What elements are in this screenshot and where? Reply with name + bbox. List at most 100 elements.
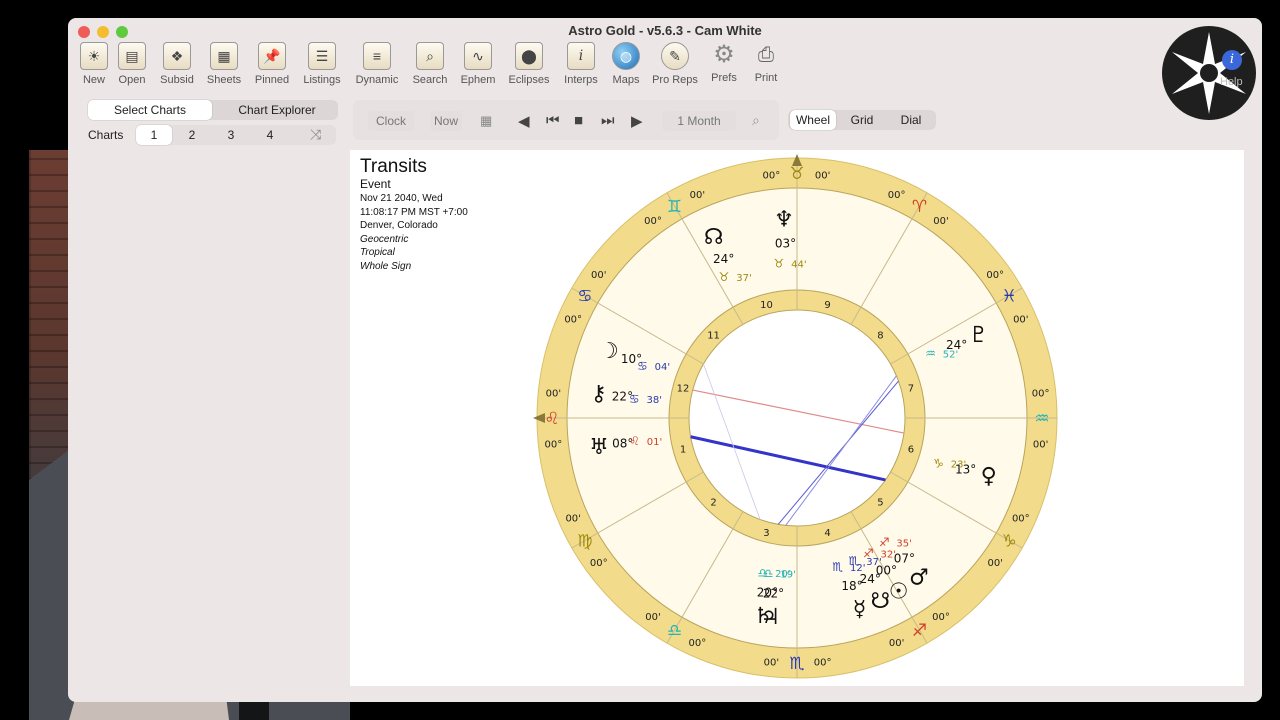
now-button[interactable]: Now bbox=[430, 111, 462, 131]
planet-sign-glyph: ♋ bbox=[629, 392, 640, 406]
toolbar-label: Maps bbox=[612, 74, 640, 86]
chart-slot-selector: 1 2 3 4 bbox=[136, 125, 336, 145]
ephemeris-icon: ∿ bbox=[464, 42, 492, 70]
clock-button[interactable]: Clock bbox=[368, 111, 414, 131]
window-title: Astro Gold - v5.6.3 - Cam White bbox=[568, 23, 762, 38]
cusp-degree: 00° bbox=[688, 638, 706, 649]
cusp-degree: 00° bbox=[590, 558, 608, 569]
toolbar: ☀ New ▤ Open ❖ Subsid ▦ Sheets 📌 Pinned ☰ List… bbox=[68, 42, 1262, 90]
house-number: 9 bbox=[824, 300, 830, 311]
planet-sign-glyph: ♐ bbox=[863, 546, 874, 560]
planet-sign-glyph: ♉ bbox=[773, 256, 784, 270]
toolbar-eclipses-button[interactable]: ⬤ Eclipses bbox=[503, 42, 555, 86]
zodiac-sign-glyph: ♊ bbox=[667, 197, 682, 217]
gear-icon: ⚙ bbox=[713, 41, 735, 68]
wheel-tab[interactable]: Wheel bbox=[790, 110, 836, 130]
planet-degree: 03° bbox=[775, 236, 796, 250]
planet-minute: 01' bbox=[647, 437, 662, 448]
play-backward-icon[interactable]: ◀ bbox=[518, 112, 530, 130]
charts-mode-selector: Select Charts Chart Explorer bbox=[88, 100, 338, 120]
chart-explorer-tab[interactable]: Chart Explorer bbox=[216, 100, 338, 120]
house-number: 5 bbox=[877, 497, 883, 508]
planet-minute: 23' bbox=[951, 460, 966, 471]
stop-icon[interactable]: ■ bbox=[574, 112, 583, 129]
zodiac-sign-glyph: ♉ bbox=[789, 164, 804, 184]
planet-glyph-neptune: ♆ bbox=[774, 207, 794, 232]
dial-tab[interactable]: Dial bbox=[888, 110, 934, 130]
info-icon: i bbox=[567, 42, 595, 70]
planet-minute: 44' bbox=[791, 259, 806, 270]
close-window-button[interactable] bbox=[78, 26, 90, 38]
zodiac-sign-glyph: ♎ bbox=[667, 621, 682, 641]
zoom-search-icon[interactable]: ⌕ bbox=[752, 112, 760, 129]
house-number: 7 bbox=[908, 383, 914, 394]
zodiac-sign-glyph: ♋ bbox=[577, 287, 592, 307]
planet-sign-glyph: ♏ bbox=[849, 554, 860, 568]
toolbar-label: Listings bbox=[303, 74, 341, 86]
zodiac-sign-glyph: ♏ bbox=[789, 654, 804, 674]
zodiac-sign-glyph: ♑ bbox=[1002, 532, 1017, 552]
view-selector: Wheel Grid Dial bbox=[788, 110, 936, 130]
house-number: 6 bbox=[908, 445, 914, 456]
planet-sign-glyph: ♑ bbox=[933, 457, 944, 471]
planet-minute: 19' bbox=[780, 570, 795, 581]
planet-sign-glyph: ♒ bbox=[925, 346, 936, 360]
play-forward-icon[interactable]: ▶ bbox=[631, 112, 643, 130]
time-step-select[interactable]: 1 Month bbox=[662, 111, 736, 131]
zodiac-sign-glyph: ♍ bbox=[577, 532, 592, 552]
chart-slot-2[interactable]: 2 bbox=[174, 125, 210, 145]
minimize-window-button[interactable] bbox=[97, 26, 109, 38]
cusp-minute: 00' bbox=[933, 216, 948, 227]
toolbar-search-button[interactable]: ⌕ Search bbox=[404, 42, 456, 86]
house-number: 10 bbox=[760, 300, 773, 311]
search-icon: ⌕ bbox=[416, 42, 444, 70]
help-label[interactable]: Help bbox=[1220, 76, 1243, 88]
cusp-degree: 00° bbox=[888, 190, 906, 201]
step-forward-icon[interactable]: ⏭ bbox=[601, 112, 615, 129]
planet-glyph-sun: ☉ bbox=[889, 579, 909, 604]
cusp-minute: 00' bbox=[889, 638, 904, 649]
toolbar-print-button[interactable]: ⎙ Print bbox=[740, 42, 792, 84]
step-backward-icon[interactable]: ⏮ bbox=[546, 112, 560, 129]
help-icon[interactable]: i bbox=[1222, 50, 1242, 70]
toolbar-ephem-button[interactable]: ∿ Ephem bbox=[452, 42, 504, 86]
toolbar-label: Subsid bbox=[160, 74, 194, 86]
planet-minute: 38' bbox=[647, 395, 662, 406]
toolbar-pinned-button[interactable]: 📌 Pinned bbox=[246, 42, 298, 86]
cusp-minute: 00' bbox=[815, 170, 830, 181]
cusp-minute: 00' bbox=[565, 514, 580, 525]
chart-panel: Transits Event Nov 21 2040, Wed 11:08:17… bbox=[350, 150, 1244, 686]
quill-icon: ✎ bbox=[661, 42, 689, 70]
planet-glyph-uranus: ♅ bbox=[589, 435, 609, 460]
planet-glyph-mars: ♂ bbox=[909, 565, 929, 590]
shuffle-icon[interactable]: ⤨ bbox=[310, 126, 321, 143]
chart-slot-1[interactable]: 1 bbox=[136, 125, 172, 145]
toolbar-maps-button[interactable]: ◍ Maps bbox=[600, 42, 652, 86]
zoom-window-button[interactable] bbox=[116, 26, 128, 38]
select-charts-tab[interactable]: Select Charts bbox=[88, 100, 212, 120]
subsid-icon: ❖ bbox=[163, 42, 191, 70]
zodiac-sign-glyph: ♒ bbox=[1034, 409, 1049, 429]
app-window: Astro Gold - v5.6.3 - Cam White ☀ New ▤ Op… bbox=[68, 18, 1262, 702]
star-burst-icon bbox=[1172, 32, 1246, 114]
grid-tab[interactable]: Grid bbox=[838, 110, 886, 130]
chart-slot-4[interactable]: 4 bbox=[252, 125, 288, 145]
toolbar-pro-reps-button[interactable]: ✎ Pro Reps bbox=[649, 42, 701, 86]
printer-icon: ⎙ bbox=[758, 44, 774, 66]
calendar-icon[interactable]: ▦ bbox=[480, 113, 492, 129]
house-number: 1 bbox=[680, 445, 686, 456]
chart-slot-3[interactable]: 3 bbox=[213, 125, 249, 145]
toolbar-label: Search bbox=[412, 74, 448, 86]
toolbar-label: Interps bbox=[564, 74, 598, 86]
planet-minute: 37' bbox=[736, 273, 751, 284]
cusp-minute: 00' bbox=[764, 658, 779, 669]
toolbar-label: Print bbox=[754, 72, 778, 84]
toolbar-label: Pro Reps bbox=[652, 74, 698, 86]
aspect-circle bbox=[688, 309, 906, 527]
new-chart-icon: ☀ bbox=[80, 42, 108, 70]
toolbar-listings-button[interactable]: ☰ Listings bbox=[296, 42, 348, 86]
toolbar-dynamic-button[interactable]: ≡ Dynamic bbox=[351, 42, 403, 86]
cusp-degree: 00° bbox=[564, 314, 582, 325]
toolbar-subsid-button[interactable]: ❖ Subsid bbox=[151, 42, 203, 86]
toolbar-sheets-button[interactable]: ▦ Sheets bbox=[198, 42, 250, 86]
